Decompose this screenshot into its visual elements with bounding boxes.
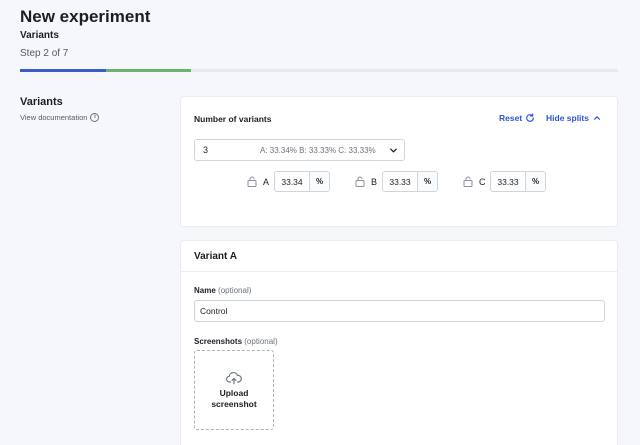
step-title: Variants [20,30,59,41]
variant-a-card: Variant A Name (optional) Control Screen… [180,240,618,445]
progress-completed-segment [20,69,106,72]
screenshots-label-text: Screenshots [194,337,243,346]
number-of-variants-label: Number of variants [194,114,272,124]
split-a: A 33.34 % [247,171,330,192]
variant-title: Variant A [194,251,237,262]
progress-bar [20,69,618,72]
refresh-icon [526,113,535,122]
split-letter: A [263,176,270,187]
chevron-up-icon [593,116,600,120]
split-letter: C [479,176,486,187]
screenshots-label: Screenshots (optional) [194,337,278,346]
doc-link-label: View documentation [20,113,88,122]
info-icon: i [90,113,100,122]
variants-card: Number of variants Reset Hide splits 3 A… [180,96,618,227]
split-percent-input[interactable]: 33.33 [382,171,417,192]
variant-card-header: Variant A [181,241,617,272]
split-letter: B [371,176,378,187]
name-label-text: Name [194,286,216,295]
variant-splits-summary: A: 33.34% B: 33.33% C: 33.33% [260,146,376,155]
cloud-upload-icon [226,371,242,384]
lock-icon[interactable] [463,176,473,187]
split-percent-input[interactable]: 33.34 [274,171,309,192]
split-b: B 33.33 % [355,171,438,192]
view-documentation-link[interactable]: View documentation i [20,113,100,122]
upload-screenshot-button[interactable]: Upload screenshot [194,350,274,430]
reset-label: Reset [499,113,523,123]
hide-splits-button[interactable]: Hide splits [546,113,601,123]
name-input[interactable]: Control [194,300,605,322]
page-title: New experiment [20,7,151,26]
percent-toggle-button[interactable]: % [525,171,546,192]
upload-label: Upload screenshot [211,387,257,409]
name-label: Name (optional) [194,286,251,295]
split-c: C 33.33 % [463,171,546,192]
split-percent-input[interactable]: 33.33 [490,171,525,192]
percent-toggle-button[interactable]: % [309,171,330,192]
lock-icon[interactable] [247,176,257,187]
optional-hint: (optional) [218,286,252,295]
hide-splits-label: Hide splits [546,113,589,123]
percent-toggle-button[interactable]: % [417,171,438,192]
step-count: Step 2 of 7 [20,48,69,59]
progress-current-segment [106,69,191,72]
reset-button[interactable]: Reset [499,113,535,123]
variant-count-select[interactable]: 3 A: 33.34% B: 33.33% C: 33.33% [194,139,405,161]
variant-count-value: 3 [203,145,209,155]
chevron-down-icon [390,148,397,153]
optional-hint: (optional) [244,337,278,346]
lock-icon[interactable] [355,176,365,187]
section-title: Variants [20,96,63,108]
